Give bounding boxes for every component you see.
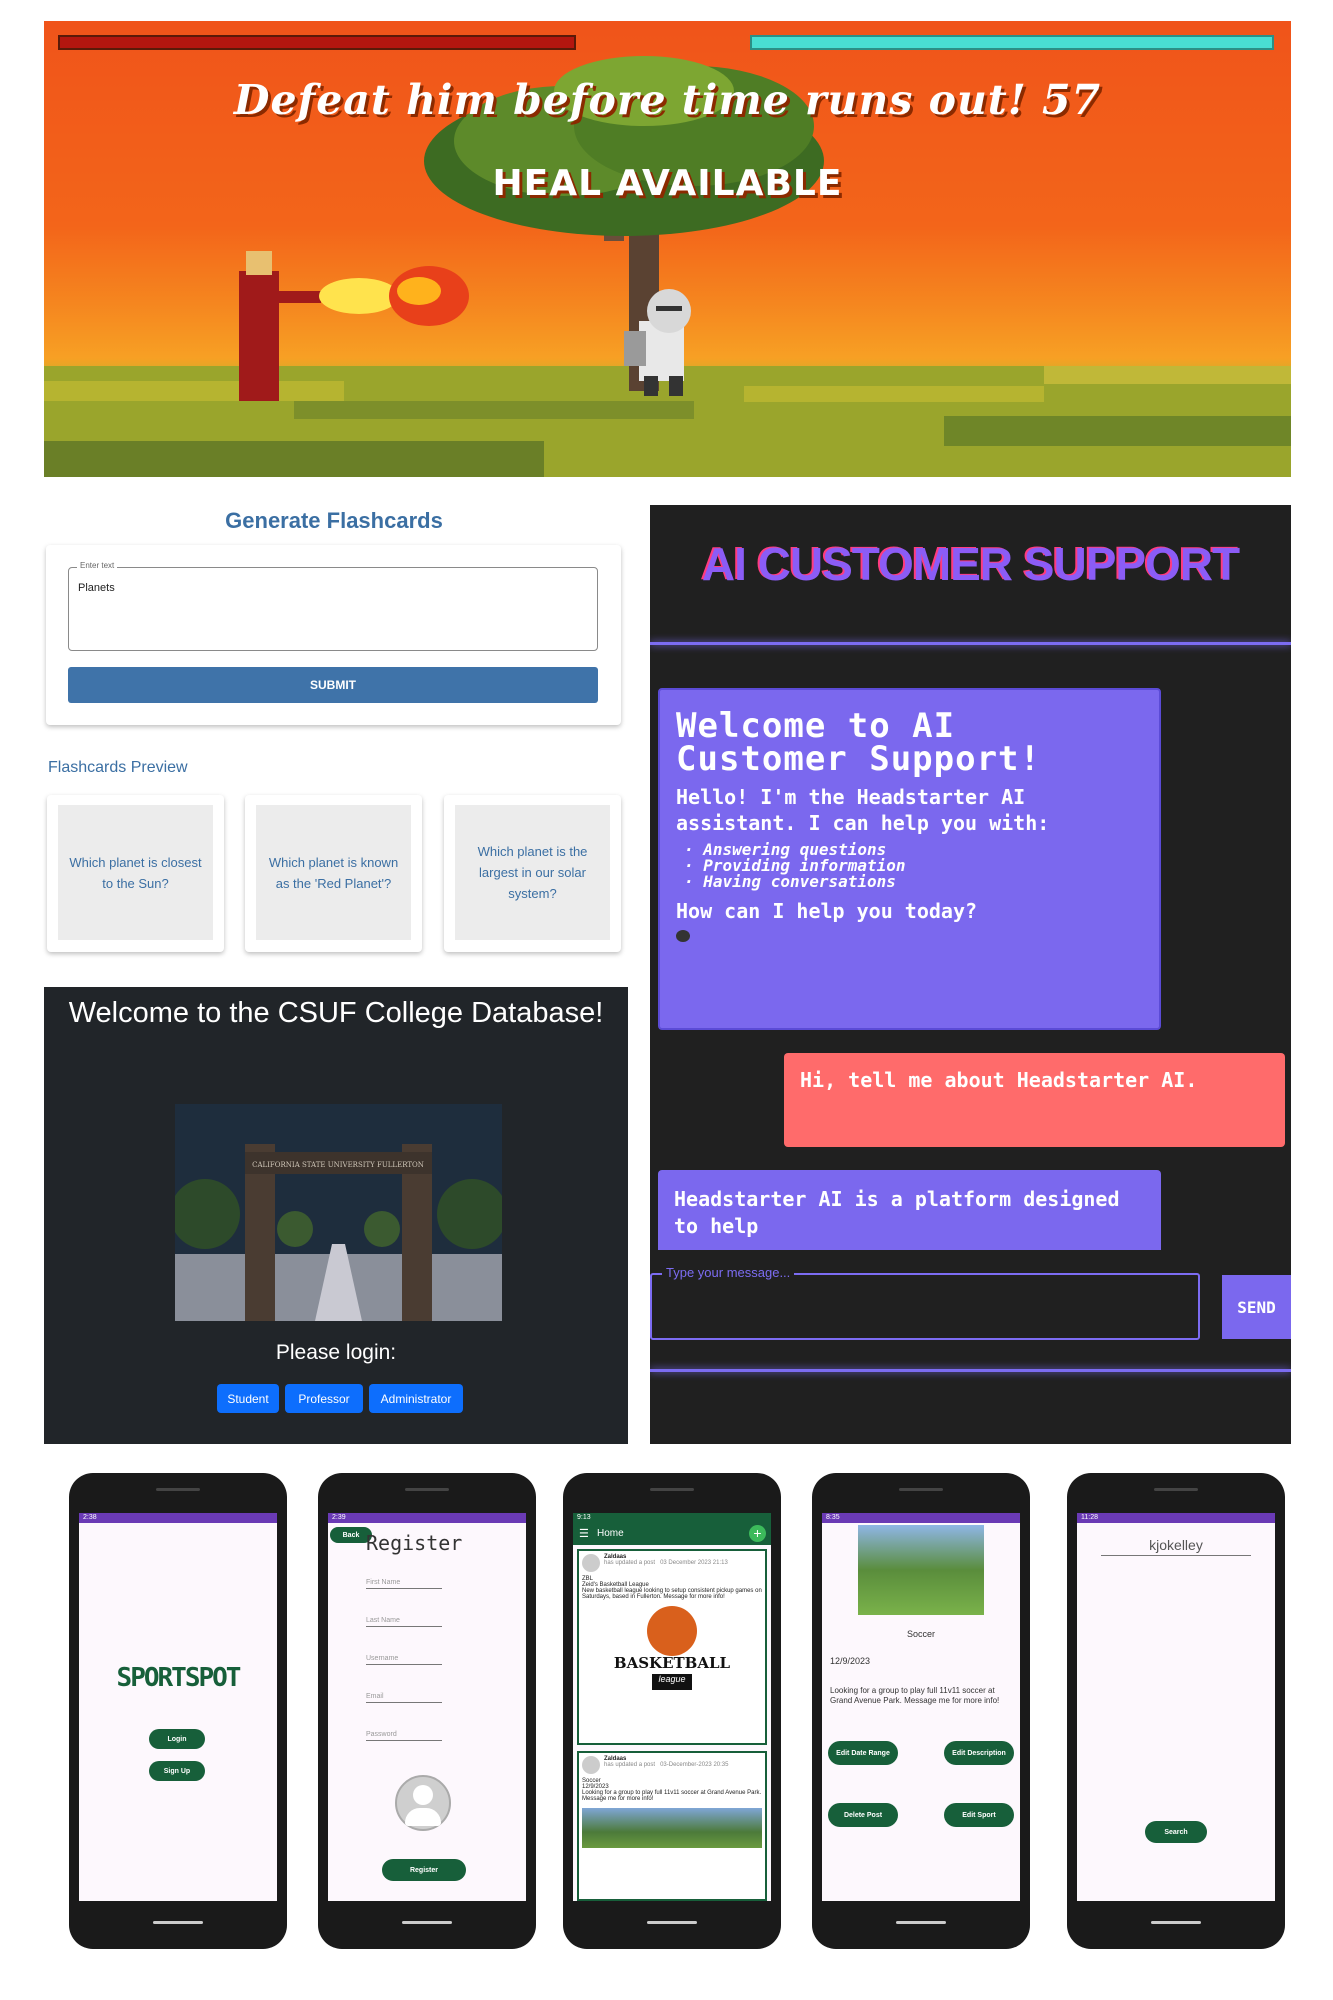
search-input[interactable]: kjokelley — [1101, 1537, 1251, 1556]
phone-splash: 2:38 SPORTSPOT Login Sign Up — [69, 1473, 287, 1949]
bot-question: How can I help you today? — [676, 899, 978, 923]
bot-list-item: · Having conversations — [684, 872, 896, 891]
timer-banner: Defeat him before time runs out! 57 — [233, 76, 1102, 124]
home-screen: 9:13 ☰ Home + Zaldaas has updated a post… — [573, 1513, 771, 1901]
user-message: Hi, tell me about Headstarter AI. — [784, 1053, 1285, 1147]
delete-post-button[interactable]: Delete Post — [828, 1803, 898, 1827]
administrator-button[interactable]: Administrator — [369, 1384, 463, 1413]
status-bar: 2:39 — [328, 1513, 526, 1523]
professor-button[interactable]: Professor — [285, 1384, 363, 1413]
post-card[interactable]: Zaldaas has updated a post 03 December 2… — [577, 1549, 767, 1745]
post-meta: has updated a post — [604, 1762, 656, 1768]
input-value: Planets — [78, 582, 115, 594]
phone-post-detail: 8:35 Soccer 12/9/2023 Looking for a grou… — [812, 1473, 1030, 1949]
flashcard[interactable]: Which planet is the largest in our solar… — [444, 795, 621, 952]
splash-screen: 2:38 SPORTSPOT Login Sign Up — [79, 1513, 277, 1901]
flashcards-preview-title: Flashcards Preview — [48, 759, 188, 776]
message-input-placeholder: Type your message... — [662, 1265, 795, 1280]
soccer-field-image — [582, 1808, 762, 1848]
send-button[interactable]: SEND — [1222, 1275, 1291, 1339]
login-button[interactable]: Login — [149, 1729, 205, 1749]
bot-intro: Hello! I'm the Headstarter AI assistant.… — [676, 785, 1050, 835]
search-screen: 11:28 kjokelley Search — [1077, 1513, 1275, 1901]
flashcards-form: Enter text Planets SUBMIT — [46, 545, 621, 725]
ai-support-panel: AI CUSTOMER SUPPORT Welcome to AI Custom… — [650, 505, 1291, 1444]
search-button[interactable]: Search — [1145, 1821, 1207, 1843]
register-screen: 2:39 Back Register First Name Last Name … — [328, 1513, 526, 1901]
status-bar: 8:35 — [822, 1513, 1020, 1523]
phone-register: 2:39 Back Register First Name Last Name … — [318, 1473, 536, 1949]
flashcard-text: Which planet is closest to the Sun? — [58, 805, 213, 940]
league-logo-sub: league — [652, 1674, 692, 1690]
edit-description-button[interactable]: Edit Description — [944, 1741, 1014, 1765]
post-sport: Soccer — [906, 1629, 935, 1639]
flashcards-text-input[interactable]: Enter text Planets — [68, 561, 598, 651]
enemy-health-bar — [750, 35, 1274, 50]
post-description: Looking for a group to play full 11v11 s… — [830, 1686, 1000, 1705]
register-title: Register — [366, 1531, 463, 1555]
post-time: 21:13 — [712, 1560, 728, 1566]
username-field[interactable]: Username — [366, 1655, 442, 1665]
flashcard[interactable]: Which planet is closest to the Sun? — [47, 795, 224, 952]
csuf-title: Welcome to the CSUF College Database! — [68, 997, 604, 1029]
bot-heading: Welcome to AI Customer Support! — [676, 706, 1041, 779]
divider — [650, 642, 1291, 645]
status-bar: 2:38 — [79, 1513, 277, 1523]
post-date: 03 December 2023 — [660, 1560, 712, 1566]
edit-date-range-button[interactable]: Edit Date Range — [828, 1741, 898, 1765]
menu-icon[interactable]: ☰ — [579, 1527, 589, 1540]
password-field[interactable]: Password — [366, 1731, 442, 1741]
post-date: 12/9/2023 — [830, 1656, 871, 1666]
soccer-field-image — [858, 1525, 984, 1615]
last-name-field[interactable]: Last Name — [366, 1617, 442, 1627]
add-post-icon[interactable]: + — [749, 1525, 766, 1542]
flashcard-text: Which planet is known as the 'Red Planet… — [256, 805, 411, 940]
status-bar: 11:28 — [1077, 1513, 1275, 1523]
post-body: Looking for a group to play full 11v11 s… — [582, 1790, 762, 1802]
ai-title: AI CUSTOMER SUPPORT — [701, 538, 1240, 590]
post-body: New basketball league looking to setup c… — [582, 1588, 762, 1600]
campus-photo: CALIFORNIA STATE UNIVERSITY FULLERTON — [175, 1104, 502, 1321]
submit-button[interactable]: SUBMIT — [68, 667, 598, 703]
status-bar: 9:13 — [573, 1513, 771, 1523]
divider — [650, 1369, 1291, 1372]
bot-reply: Headstarter AI is a platform designed to… — [658, 1170, 1161, 1250]
csuf-panel: Welcome to the CSUF College Database! CA… — [44, 987, 628, 1444]
post-meta: has updated a post — [604, 1560, 656, 1566]
heal-status[interactable]: HEAL AVAILABLE — [44, 163, 1291, 204]
phone-home: 9:13 ☰ Home + Zaldaas has updated a post… — [563, 1473, 781, 1949]
avatar-icon — [582, 1756, 600, 1774]
signup-button[interactable]: Sign Up — [149, 1761, 205, 1781]
campus-sign: CALIFORNIA STATE UNIVERSITY FULLERTON — [252, 1161, 424, 1169]
post-time: 20:35 — [713, 1762, 729, 1768]
message-input[interactable]: Type your message... — [650, 1265, 1200, 1340]
player-health-bar — [58, 35, 576, 50]
game-panel: Defeat him before time runs out! 57 HEAL… — [44, 21, 1291, 477]
email-field[interactable]: Email — [366, 1693, 442, 1703]
post-date: 03-December-2023 — [660, 1762, 712, 1768]
league-logo-text: BASKETBALL — [613, 1654, 731, 1672]
bot-avatar-icon — [676, 930, 690, 942]
edit-sport-button[interactable]: Edit Sport — [944, 1803, 1014, 1827]
student-button[interactable]: Student — [217, 1384, 279, 1413]
fireball — [319, 266, 469, 326]
first-name-field[interactable]: First Name — [366, 1579, 442, 1589]
post-detail-screen: 8:35 Soccer 12/9/2023 Looking for a grou… — [822, 1513, 1020, 1901]
login-prompt: Please login: — [275, 1341, 397, 1364]
avatar-icon — [582, 1554, 600, 1572]
post-card[interactable]: Zaldaas has updated a post 03-December-2… — [577, 1751, 767, 1901]
bot-message: Welcome to AI Customer Support! Hello! I… — [658, 688, 1161, 1030]
app-bar: ☰ Home + — [573, 1523, 771, 1545]
flashcard[interactable]: Which planet is known as the 'Red Planet… — [245, 795, 422, 952]
flashcards-title: Generate Flashcards — [225, 508, 443, 533]
phone-search: 11:28 kjokelley Search — [1067, 1473, 1285, 1949]
avatar-icon[interactable] — [395, 1775, 451, 1831]
sportspot-logo: SPORTSPOT — [116, 1663, 242, 1693]
input-label: Enter text — [77, 561, 118, 570]
home-title: Home — [597, 1528, 624, 1539]
register-submit-button[interactable]: Register — [382, 1859, 466, 1881]
flashcard-text: Which planet is the largest in our solar… — [455, 805, 610, 940]
basketball-league-image: BASKETBALL league — [612, 1606, 732, 1706]
